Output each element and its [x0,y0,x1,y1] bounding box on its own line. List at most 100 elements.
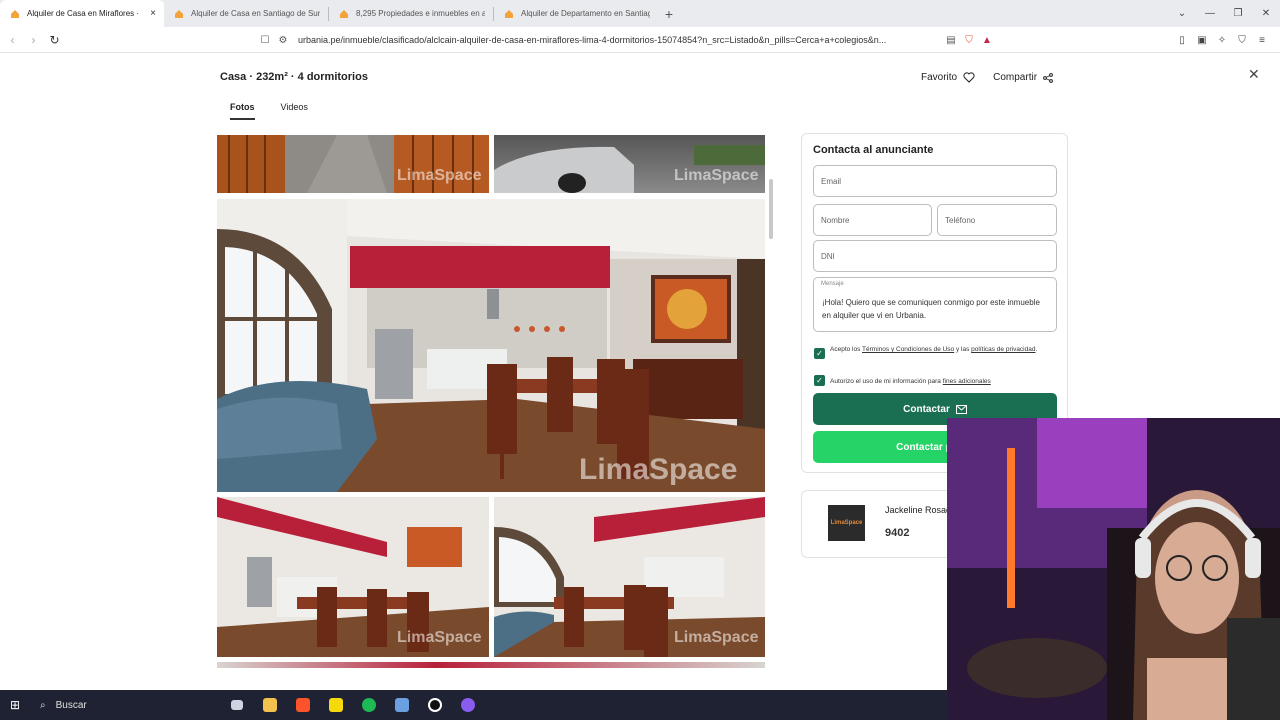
watermark: LimaSpace [397,629,482,646]
sidebar-icon[interactable]: ▯ [1172,35,1192,46]
tab-list-icon[interactable]: ⌄ [1168,8,1196,19]
notes-app-icon[interactable] [319,690,352,720]
terms-text: Acepto los Términos y Condiciones de Uso… [830,345,1045,354]
contact-button-label: Contactar [903,403,950,415]
close-window-icon[interactable]: ✕ [1252,8,1280,19]
agent-name: Jackeline Rosad [885,505,952,515]
new-tab-button[interactable]: + [658,0,680,27]
file-explorer-icon[interactable] [253,690,286,720]
email-placeholder: Email [821,176,842,186]
webcam-overlay [947,418,1280,720]
message-text[interactable]: ¡Hola! Quiero que se comuniquen conmigo … [822,296,1050,322]
terms-mid: y las [954,346,972,353]
property-photo[interactable]: LimaSpace [494,497,765,657]
media-tabs: Fotos Videos [230,102,308,120]
vpn-icon[interactable]: ⛉ [1232,35,1252,46]
terms-checkbox[interactable]: ✓ [814,348,825,359]
tab-videos[interactable]: Videos [281,102,308,120]
dni-placeholder: DNI [821,251,835,261]
window-controls: ⌄ — ❐ ✕ [1168,0,1280,27]
browser-tab[interactable]: Alquiler de Casa en Miraflores · × [0,0,164,27]
urbania-favicon-icon [340,9,348,18]
terms-link[interactable]: Términos y Condiciones de Uso [862,346,954,353]
agent-phone[interactable]: 9402 [885,527,909,539]
tab-title: Alquiler de Departamento en Santiag [521,9,650,18]
privacy-link[interactable]: políticas de privacidad [971,346,1035,353]
brave-rewards-icon[interactable]: ▲ [978,35,996,46]
spotify-icon[interactable] [352,690,385,720]
mail-icon [955,404,967,414]
listing-actions: Favorito Compartir [921,72,1053,83]
scrollbar[interactable] [769,179,773,239]
favorite-button[interactable]: Favorito [921,72,975,83]
share-button[interactable]: Compartir [993,72,1053,83]
restore-icon[interactable]: ❐ [1224,8,1252,19]
email-field[interactable]: Email [813,165,1057,197]
name-placeholder: Nombre [821,215,850,225]
terms-pre: Acepto los [830,346,863,353]
browser-right-tools: ▯ ▣ ✧ ⛉ ≡ [1172,27,1272,53]
kitchen-dining-photo [217,199,765,492]
site-info-icon[interactable]: ⚙ [274,35,292,46]
browser-tab[interactable]: Alquiler de Casa en Santiago de Surc [164,0,328,27]
close-tab-icon[interactable]: × [150,8,156,19]
urbania-favicon-icon [175,9,183,18]
discord-icon[interactable] [451,690,484,720]
property-photo[interactable] [217,662,765,668]
extensions-icon[interactable]: ✧ [1212,35,1232,46]
property-photo[interactable]: LimaSpace [217,135,489,193]
menu-icon[interactable]: ≡ [1252,35,1272,46]
brave-shield-icon[interactable]: ⛉ [960,35,978,46]
obs-icon[interactable] [418,690,451,720]
consent-checkbox[interactable]: ✓ [814,375,825,386]
reader-mode-icon[interactable]: ▤ [942,35,960,46]
dni-field[interactable]: DNI [813,240,1057,272]
watermark: LimaSpace [579,453,738,486]
tab-title: Alquiler de Casa en Santiago de Surc [191,9,320,18]
url-text[interactable]: urbania.pe/inmueble/clasificado/alclcain… [298,35,942,45]
property-photo[interactable]: LimaSpace [494,135,765,193]
reload-icon[interactable]: ↻ [44,33,65,47]
property-photo[interactable]: LimaSpace [217,497,489,657]
address-bar[interactable]: ☐ ⚙ urbania.pe/inmueble/clasificado/alcl… [256,30,996,50]
share-label: Compartir [993,72,1038,83]
urbania-favicon-icon [11,9,19,18]
watermark: LimaSpace [674,629,759,646]
tab-title: 8,295 Propiedades e inmuebles en al [356,9,485,18]
windows-taskbar: ⊞ ⌕ Buscar [0,690,948,720]
consent-link[interactable]: fines adicionales [943,378,991,385]
name-field[interactable]: Nombre [813,204,932,236]
tab-fotos[interactable]: Fotos [230,102,255,120]
close-icon[interactable]: ✕ [1248,66,1260,83]
bookmark-icon[interactable]: ☐ [256,35,274,46]
share-icon [1043,72,1053,83]
message-label: Mensaje [821,281,844,287]
watermark: LimaSpace [674,167,759,184]
consent-pre: Autorizo el uso de mi información para [830,378,943,385]
watermark: LimaSpace [397,167,482,184]
windows-start-icon[interactable]: ⊞ [0,698,30,712]
property-photo-main[interactable]: LimaSpace [217,199,765,492]
search-icon: ⌕ [40,699,46,711]
forward-icon[interactable]: › [23,33,44,47]
browser-tab-bar: Alquiler de Casa en Miraflores · × Alqui… [0,0,1280,27]
agency-logo: LimaSpace [828,505,865,541]
message-field[interactable]: Mensaje ¡Hola! Quiero que se comuniquen … [813,277,1057,332]
back-icon[interactable]: ‹ [2,33,23,47]
brave-browser-icon[interactable] [286,690,319,720]
phone-field[interactable]: Teléfono [937,204,1057,236]
terms-post: . [1035,346,1038,353]
streamer-video [947,418,1280,720]
browser-tab[interactable]: 8,295 Propiedades e inmuebles en al [329,0,493,27]
heart-icon [963,72,975,83]
task-view-icon[interactable] [220,690,253,720]
wallet-icon[interactable]: ▣ [1192,35,1212,46]
app-icon[interactable] [385,690,418,720]
favorite-label: Favorito [921,72,958,83]
browser-toolbar: ‹ › ↻ ☐ ⚙ urbania.pe/inmueble/clasificad… [0,27,1280,53]
browser-tab[interactable]: Alquiler de Departamento en Santiag [494,0,658,27]
phone-placeholder: Teléfono [945,215,976,225]
tab-title: Alquiler de Casa en Miraflores · [27,9,140,18]
minimize-icon[interactable]: — [1196,8,1224,19]
taskbar-search[interactable]: ⌕ Buscar [30,690,220,720]
